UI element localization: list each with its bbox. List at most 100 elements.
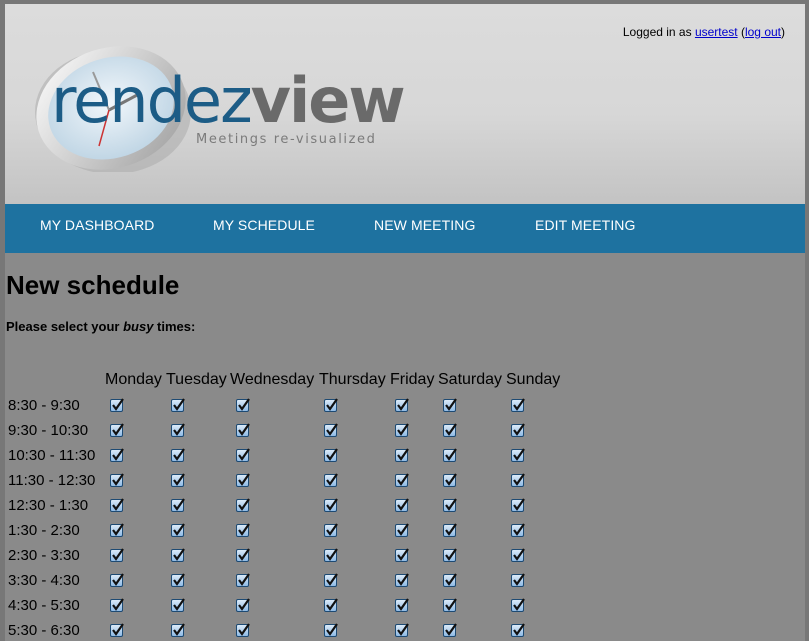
busy-checkbox-wednesday[interactable]: [236, 573, 250, 587]
checkmark-icon: [173, 398, 185, 411]
time-slot-label: 4:30 - 5:30: [8, 597, 80, 614]
busy-checkbox-monday[interactable]: [110, 398, 124, 412]
busy-checkbox-thursday[interactable]: [324, 448, 338, 462]
busy-checkbox-saturday[interactable]: [443, 448, 457, 462]
busy-checkbox-wednesday[interactable]: [236, 448, 250, 462]
checkmark-icon: [238, 623, 250, 636]
busy-checkbox-wednesday[interactable]: [236, 623, 250, 637]
username-link[interactable]: usertest: [695, 25, 738, 39]
checkmark-icon: [513, 598, 525, 611]
busy-checkbox-monday[interactable]: [110, 423, 124, 437]
busy-checkbox-thursday[interactable]: [324, 423, 338, 437]
busy-checkbox-sunday[interactable]: [511, 398, 525, 412]
nav-item-new-meeting[interactable]: NEW MEETING: [374, 204, 475, 253]
busy-checkbox-thursday[interactable]: [324, 548, 338, 562]
checkmark-icon: [513, 623, 525, 636]
busy-checkbox-monday[interactable]: [110, 623, 124, 637]
busy-checkbox-sunday[interactable]: [511, 448, 525, 462]
busy-checkbox-tuesday[interactable]: [171, 573, 185, 587]
busy-checkbox-monday[interactable]: [110, 498, 124, 512]
busy-checkbox-thursday[interactable]: [324, 598, 338, 612]
busy-checkbox-saturday[interactable]: [443, 498, 457, 512]
busy-checkbox-monday[interactable]: [110, 523, 124, 537]
busy-checkbox-sunday[interactable]: [511, 623, 525, 637]
busy-checkbox-saturday[interactable]: [443, 523, 457, 537]
checkmark-icon: [326, 498, 338, 511]
busy-checkbox-tuesday[interactable]: [171, 473, 185, 487]
busy-checkbox-wednesday[interactable]: [236, 423, 250, 437]
nav-item-edit-meeting[interactable]: EDIT MEETING: [535, 204, 636, 253]
checkmark-icon: [238, 573, 250, 586]
busy-checkbox-wednesday[interactable]: [236, 498, 250, 512]
site-header: Logged in as usertest (log out) rendezvi…: [5, 4, 805, 204]
instruction-emphasis: busy: [123, 319, 154, 334]
busy-checkbox-sunday[interactable]: [511, 548, 525, 562]
busy-checkbox-friday[interactable]: [395, 598, 409, 612]
busy-checkbox-thursday[interactable]: [324, 623, 338, 637]
busy-checkbox-saturday[interactable]: [443, 598, 457, 612]
busy-checkbox-friday[interactable]: [395, 423, 409, 437]
busy-checkbox-friday[interactable]: [395, 523, 409, 537]
busy-checkbox-sunday[interactable]: [511, 573, 525, 587]
busy-checkbox-friday[interactable]: [395, 498, 409, 512]
busy-checkbox-tuesday[interactable]: [171, 398, 185, 412]
busy-checkbox-monday[interactable]: [110, 598, 124, 612]
busy-checkbox-monday[interactable]: [110, 473, 124, 487]
checkmark-icon: [513, 523, 525, 536]
busy-checkbox-wednesday[interactable]: [236, 398, 250, 412]
busy-checkbox-friday[interactable]: [395, 573, 409, 587]
busy-checkbox-thursday[interactable]: [324, 573, 338, 587]
busy-checkbox-friday[interactable]: [395, 548, 409, 562]
busy-checkbox-tuesday[interactable]: [171, 623, 185, 637]
logout-link[interactable]: log out: [745, 25, 781, 39]
checkmark-icon: [445, 598, 457, 611]
busy-checkbox-tuesday[interactable]: [171, 598, 185, 612]
time-slot-label: 10:30 - 11:30: [8, 447, 96, 464]
busy-checkbox-sunday[interactable]: [511, 423, 525, 437]
checkmark-icon: [173, 548, 185, 561]
checkmark-icon: [513, 398, 525, 411]
busy-checkbox-tuesday[interactable]: [171, 423, 185, 437]
busy-checkbox-tuesday[interactable]: [171, 498, 185, 512]
busy-checkbox-sunday[interactable]: [511, 598, 525, 612]
busy-checkbox-wednesday[interactable]: [236, 598, 250, 612]
instruction-pre: Please select your: [6, 319, 124, 334]
checkmark-icon: [513, 423, 525, 436]
nav-item-my-dashboard[interactable]: MY DASHBOARD: [40, 204, 155, 253]
busy-checkbox-thursday[interactable]: [324, 523, 338, 537]
busy-checkbox-sunday[interactable]: [511, 473, 525, 487]
busy-checkbox-friday[interactable]: [395, 398, 409, 412]
busy-checkbox-saturday[interactable]: [443, 573, 457, 587]
busy-checkbox-friday[interactable]: [395, 473, 409, 487]
busy-checkbox-saturday[interactable]: [443, 473, 457, 487]
busy-checkbox-tuesday[interactable]: [171, 523, 185, 537]
busy-checkbox-sunday[interactable]: [511, 523, 525, 537]
busy-checkbox-thursday[interactable]: [324, 398, 338, 412]
busy-checkbox-wednesday[interactable]: [236, 548, 250, 562]
busy-checkbox-monday[interactable]: [110, 573, 124, 587]
busy-checkbox-thursday[interactable]: [324, 473, 338, 487]
busy-checkbox-friday[interactable]: [395, 623, 409, 637]
busy-checkbox-wednesday[interactable]: [236, 523, 250, 537]
checkmark-icon: [397, 573, 409, 586]
busy-checkbox-wednesday[interactable]: [236, 473, 250, 487]
busy-checkbox-friday[interactable]: [395, 448, 409, 462]
busy-checkbox-thursday[interactable]: [324, 498, 338, 512]
nav-item-my-schedule[interactable]: MY SCHEDULE: [213, 204, 315, 253]
checkmark-icon: [326, 548, 338, 561]
busy-checkbox-tuesday[interactable]: [171, 548, 185, 562]
checkmark-icon: [397, 598, 409, 611]
busy-checkbox-saturday[interactable]: [443, 398, 457, 412]
busy-checkbox-tuesday[interactable]: [171, 448, 185, 462]
checkmark-icon: [513, 473, 525, 486]
site-logo[interactable]: rendezview: [51, 61, 406, 141]
busy-checkbox-saturday[interactable]: [443, 548, 457, 562]
busy-checkbox-saturday[interactable]: [443, 623, 457, 637]
busy-checkbox-saturday[interactable]: [443, 423, 457, 437]
busy-checkbox-sunday[interactable]: [511, 498, 525, 512]
checkmark-icon: [326, 598, 338, 611]
checkmark-icon: [326, 423, 338, 436]
busy-checkbox-monday[interactable]: [110, 548, 124, 562]
busy-checkbox-monday[interactable]: [110, 448, 124, 462]
checkmark-icon: [326, 398, 338, 411]
